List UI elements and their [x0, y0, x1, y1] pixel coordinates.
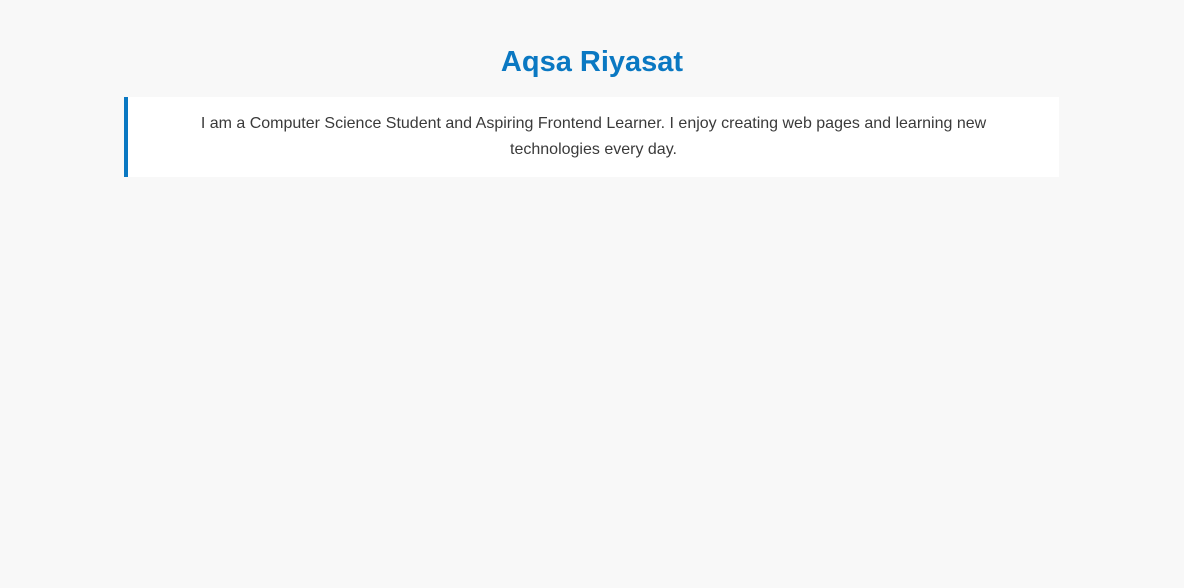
about-card: I am a Computer Science Student and Aspi…: [124, 97, 1059, 177]
page-title: Aqsa Riyasat: [500, 46, 684, 78]
page: Aqsa Riyasat I am a Computer Science Stu…: [0, 0, 1184, 588]
about-text: I am a Computer Science Student and Aspi…: [200, 115, 987, 158]
